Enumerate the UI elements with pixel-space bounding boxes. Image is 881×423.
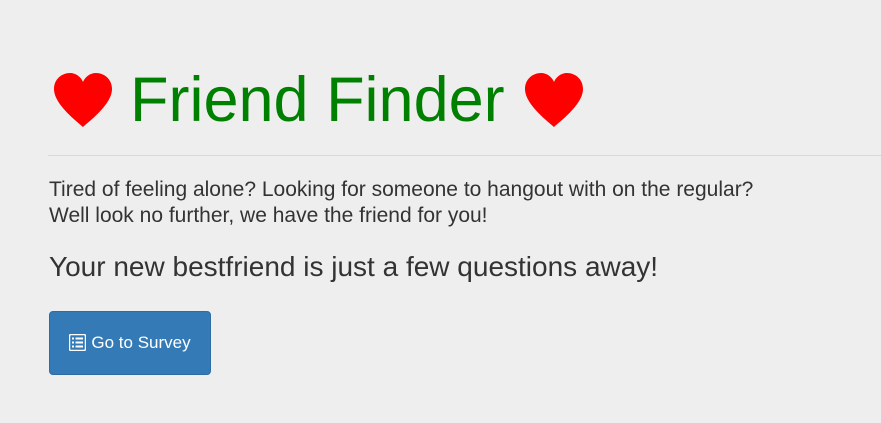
go-to-survey-button[interactable]: Go to Survey: [49, 311, 211, 375]
jumbotron: Friend Finder Tired of feeling alone? Lo…: [0, 0, 881, 423]
intro-text: Tired of feeling alone? Looking for some…: [49, 177, 869, 229]
intro-line-1: Tired of feeling alone? Looking for some…: [49, 178, 754, 201]
heart-icon: [523, 72, 585, 128]
heart-icon: [52, 72, 114, 128]
subheading: Your new bestfriend is just a few questi…: [49, 251, 659, 282]
go-to-survey-label: Go to Survey: [91, 333, 191, 352]
page-title-row: Friend Finder: [52, 60, 585, 140]
divider: [48, 155, 881, 156]
page-title: Friend Finder: [130, 65, 505, 135]
intro-line-2: Well look no further, we have the friend…: [49, 204, 488, 227]
list-alt-icon: [69, 333, 87, 351]
